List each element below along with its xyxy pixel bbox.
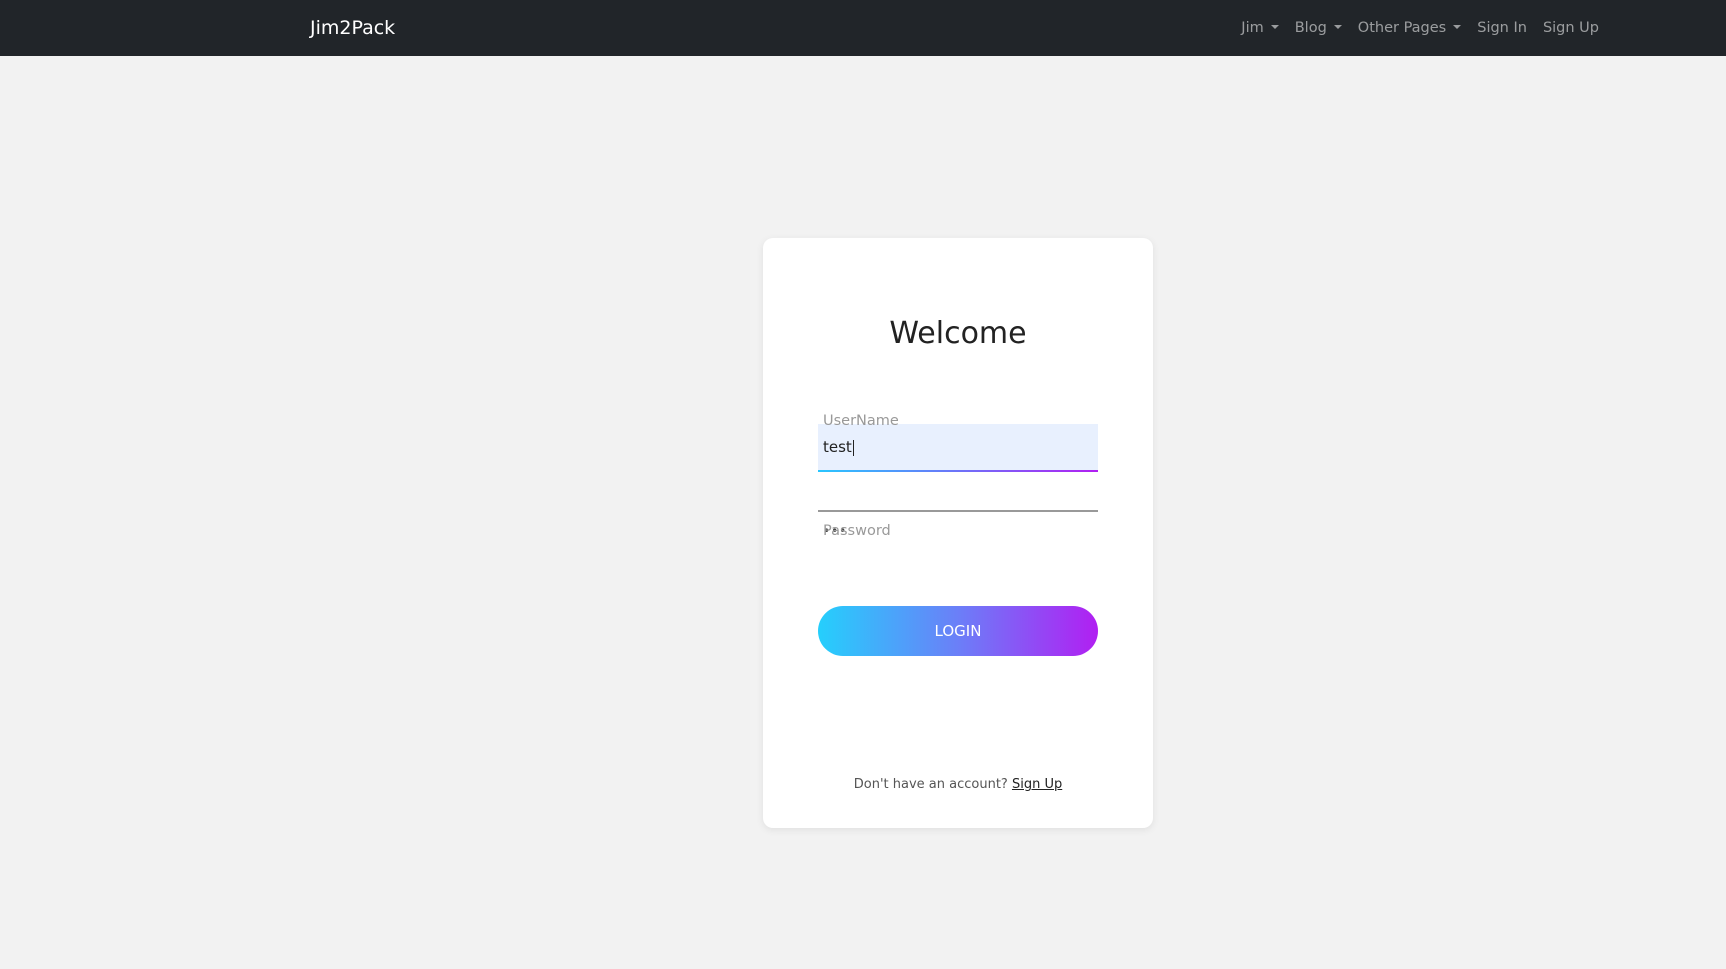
- caret-down-icon: [1453, 25, 1462, 29]
- navbar: Jim2Pack Jim Blog Other Pages Sign In Si…: [0, 0, 1726, 56]
- caret-down-icon: [1333, 25, 1342, 29]
- nav-item-blog[interactable]: Blog: [1295, 17, 1342, 39]
- password-underline: [818, 510, 1098, 512]
- nav-item-jim[interactable]: Jim: [1241, 17, 1279, 39]
- nav-item-label: Blog: [1294, 20, 1327, 36]
- login-card: Welcome test UserName ••• Password LOGIN…: [763, 238, 1153, 828]
- username-underline: [818, 470, 1098, 472]
- text-cursor: [852, 439, 854, 456]
- nav-item-label: Jim: [1241, 20, 1264, 36]
- nav-item-label: Sign Up: [1542, 20, 1599, 36]
- username-value: test: [823, 438, 852, 456]
- signup-prompt-text: Don't have an account?: [853, 777, 1008, 792]
- password-label: Password: [823, 523, 891, 539]
- nav-item-other-pages[interactable]: Other Pages: [1357, 17, 1462, 39]
- username-label: UserName: [823, 413, 899, 429]
- brand-logo[interactable]: Jim2Pack: [310, 16, 395, 40]
- nav-item-sign-in[interactable]: Sign In: [1477, 17, 1527, 39]
- login-button[interactable]: LOGIN: [818, 606, 1098, 656]
- page-title: Welcome: [889, 316, 1027, 351]
- signup-prompt: Don't have an account? Sign Up: [763, 775, 1153, 795]
- nav-item-label: Other Pages: [1357, 20, 1447, 36]
- nav-item-sign-up[interactable]: Sign Up: [1543, 17, 1599, 39]
- nav-menu: Jim Blog Other Pages Sign In Sign Up: [1241, 17, 1599, 39]
- caret-down-icon: [1270, 25, 1279, 29]
- nav-item-label: Sign In: [1477, 20, 1527, 36]
- signup-link[interactable]: Sign Up: [1012, 777, 1062, 792]
